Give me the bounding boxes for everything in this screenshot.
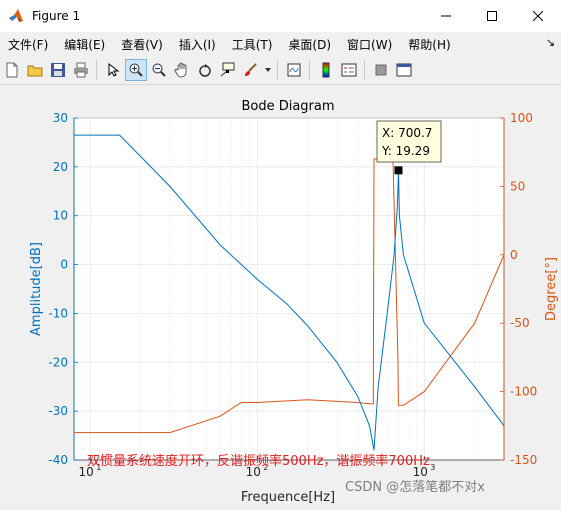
left-tick-label: 0: [60, 258, 68, 272]
hide-tools-icon: [375, 64, 387, 76]
colorbar-button[interactable]: [315, 59, 337, 81]
right-tick-label: -50: [510, 316, 530, 330]
close-button[interactable]: [515, 0, 561, 32]
annotation-text: 双惯量系统速度开环，反谐振频率500Hz，谐振频率700Hz: [87, 453, 430, 469]
menu-window[interactable]: 窗口(W): [339, 36, 400, 53]
plot-title: Bode Diagram: [241, 99, 334, 114]
zoom-out-button[interactable]: [148, 59, 170, 81]
left-tick-label: -20: [48, 355, 68, 369]
figure-canvas[interactable]: Bode Diagram 30 20 10 0 -10 -20 -30 -40 100 50 0-…: [0, 85, 561, 506]
menu-tools[interactable]: 工具(T): [224, 36, 281, 53]
left-tick-label: 30: [53, 111, 68, 125]
print-button[interactable]: [70, 59, 92, 81]
left-axis-ticks: 30 20 10 0 -10 -20 -30 -40: [48, 111, 78, 467]
matlab-logo-icon: [9, 9, 23, 22]
pan-button[interactable]: [171, 59, 193, 81]
zoom-in-icon: [129, 63, 143, 77]
left-tick-label: 10: [53, 209, 68, 223]
maximize-button[interactable]: [469, 0, 515, 32]
datatip-y-text: Y: 19.29: [381, 144, 430, 158]
y-axis-label-right: Degree[°]: [544, 257, 559, 321]
brush-button[interactable]: [240, 59, 262, 81]
link-plot-icon: [287, 63, 301, 77]
datatip-marker[interactable]: [394, 166, 403, 175]
zoom-in-button[interactable]: [125, 59, 147, 81]
datatip-x-text: X: 700.7: [382, 126, 432, 140]
toolbar-separator: [364, 60, 365, 80]
brush-dropdown-button[interactable]: [263, 59, 273, 81]
y-axis-label-left: Amplitude[dB]: [29, 242, 44, 336]
axes-background: [73, 117, 505, 461]
left-tick-label: 20: [53, 160, 68, 174]
chevron-down-icon: [265, 68, 271, 72]
maximize-icon: [487, 11, 497, 21]
window-controls: [423, 0, 561, 32]
new-figure-icon: [6, 62, 18, 78]
rotate-3d-button[interactable]: [194, 59, 216, 81]
left-tick-label: -30: [48, 404, 68, 418]
print-icon: [74, 62, 88, 78]
data-cursor-button[interactable]: [217, 59, 239, 81]
save-icon: [51, 63, 65, 77]
menu-edit[interactable]: 编辑(E): [56, 36, 113, 53]
zoom-out-icon: [152, 63, 166, 77]
left-tick-label: -40: [48, 453, 68, 467]
left-tick-label: -10: [48, 306, 68, 320]
x-axis-label: Frequence[Hz]: [241, 490, 335, 505]
dock-button[interactable]: [393, 59, 415, 81]
open-file-button[interactable]: [24, 59, 46, 81]
pan-hand-icon: [174, 62, 187, 78]
rotate-3d-icon: [199, 64, 211, 77]
right-tick-label: 100: [510, 111, 533, 125]
minimize-icon: [441, 15, 451, 17]
legend-button[interactable]: [338, 59, 360, 81]
figure-toolbar: [0, 56, 561, 85]
select-arrow-button[interactable]: [102, 59, 124, 81]
minimize-button[interactable]: [423, 0, 469, 32]
menu-dock-arrow-icon[interactable]: ↘: [546, 36, 555, 49]
dock-icon: [396, 63, 412, 77]
bode-plot[interactable]: Bode Diagram 3020100-10-20-30-40 100500-…: [0, 85, 561, 506]
brush-icon: [245, 63, 257, 76]
open-file-icon: [27, 65, 43, 77]
menu-help[interactable]: 帮助(H): [400, 36, 458, 53]
close-icon: [533, 11, 543, 21]
menu-file[interactable]: 文件(F): [0, 36, 56, 53]
toolbar-separator: [277, 60, 278, 80]
menubar: 文件(F) 编辑(E) 查看(V) 插入(I) 工具(T) 桌面(D) 窗口(W…: [0, 32, 561, 56]
colorbar-icon: [322, 62, 330, 78]
x-tick-exponent: 3: [430, 463, 435, 472]
window-title: Figure 1: [32, 9, 81, 23]
save-button[interactable]: [47, 59, 69, 81]
watermark-text: CSDN @怎落笔都不对x: [345, 479, 485, 495]
right-axis-ticks: 100 50 0 -50 -100 -150: [500, 111, 537, 467]
right-tick-label: -150: [510, 453, 537, 467]
legend-icon: [341, 63, 357, 77]
link-plot-button[interactable]: [283, 59, 305, 81]
data-cursor-icon: [220, 62, 235, 77]
toolbar-separator: [309, 60, 310, 80]
window-titlebar: Figure 1: [0, 0, 561, 32]
hide-tools-button[interactable]: [370, 59, 392, 81]
menu-desktop[interactable]: 桌面(D): [280, 36, 339, 53]
toolbar-separator: [96, 60, 97, 80]
select-arrow-icon: [108, 62, 120, 77]
new-figure-button[interactable]: [1, 59, 23, 81]
right-tick-label: 0: [510, 248, 518, 262]
menu-insert[interactable]: 插入(I): [171, 36, 224, 53]
right-tick-label: -100: [510, 385, 537, 399]
menu-view[interactable]: 查看(V): [113, 36, 171, 53]
right-tick-label: 50: [510, 179, 525, 193]
